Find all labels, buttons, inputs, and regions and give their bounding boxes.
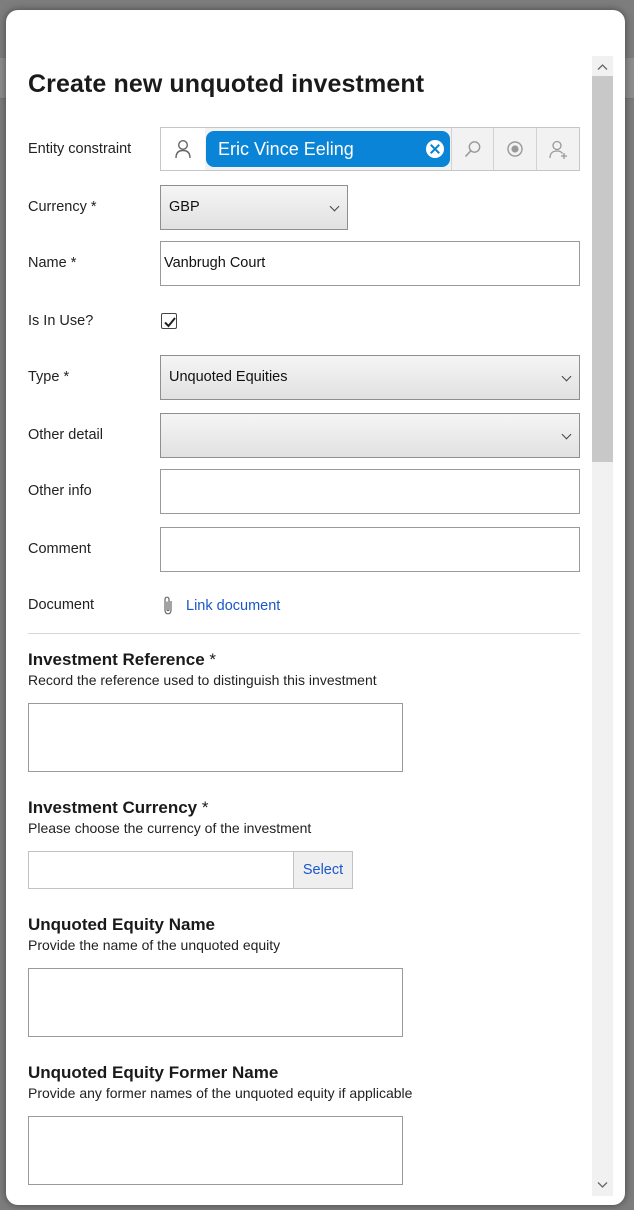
- comment-label: Comment: [28, 541, 91, 557]
- section-divider: [28, 633, 580, 634]
- chevron-down-icon: [561, 429, 572, 440]
- entity-add-person-button[interactable]: [536, 128, 579, 170]
- comment-input[interactable]: [160, 527, 580, 572]
- chevron-down-icon: [329, 201, 340, 212]
- type-select[interactable]: Unquoted Equities: [160, 355, 580, 400]
- currency-select[interactable]: GBP: [160, 185, 348, 230]
- document-label: Document: [28, 597, 95, 613]
- chevron-down-icon: [597, 1182, 608, 1188]
- entity-person-slot: [161, 128, 205, 170]
- paperclip-icon: [162, 596, 176, 616]
- other-detail-label: Other detail: [28, 427, 103, 443]
- chevron-up-icon: [597, 64, 608, 70]
- create-investment-dialog: Create new unquoted investment Entity co…: [6, 10, 625, 1205]
- other-detail-select[interactable]: [160, 413, 580, 458]
- entity-constraint-picker: Eric Vince Eeling: [160, 127, 580, 171]
- name-input-value: Vanbrugh Court: [164, 255, 266, 271]
- investment-currency-help: Please choose the currency of the invest…: [28, 820, 312, 836]
- dialog-title: Create new unquoted investment: [28, 70, 425, 98]
- entity-constraint-label: Entity constraint: [28, 141, 132, 157]
- clear-icon[interactable]: [426, 140, 444, 158]
- checkmark-icon: [164, 317, 176, 328]
- unquoted-equity-former-name-title: Unquoted Equity Former Name: [28, 1063, 279, 1082]
- is-in-use-label: Is In Use?: [28, 313, 94, 329]
- investment-currency-title-text: Investment Currency: [28, 798, 198, 817]
- investment-reference-help: Record the reference used to distinguish…: [28, 672, 377, 688]
- other-info-label: Other info: [28, 483, 92, 499]
- scrollbar-thumb[interactable]: [592, 76, 613, 462]
- other-info-input[interactable]: [160, 469, 580, 514]
- investment-currency-input[interactable]: [28, 851, 294, 889]
- unquoted-equity-name-textarea[interactable]: [28, 968, 403, 1037]
- entity-chip[interactable]: Eric Vince Eeling: [206, 131, 450, 167]
- investment-reference-textarea[interactable]: [28, 703, 403, 772]
- search-icon: [464, 141, 481, 158]
- person-icon: [175, 139, 191, 159]
- chevron-down-icon: [561, 371, 572, 382]
- scroll-up-arrow[interactable]: [592, 58, 613, 76]
- entity-chip-label: Eric Vince Eeling: [218, 139, 354, 159]
- unquoted-equity-former-name-help: Provide any former names of the unquoted…: [28, 1085, 413, 1101]
- required-marker: *: [197, 798, 209, 817]
- unquoted-equity-name-title: Unquoted Equity Name: [28, 915, 216, 934]
- required-marker: *: [204, 650, 217, 669]
- unquoted-equity-former-name-textarea[interactable]: [28, 1116, 403, 1185]
- type-label: Type *: [28, 369, 70, 385]
- investment-currency-title: Investment Currency *: [28, 798, 208, 818]
- investment-currency-select-button[interactable]: Select: [293, 851, 353, 889]
- add-person-icon: [549, 140, 567, 159]
- currency-select-value: GBP: [169, 199, 200, 215]
- currency-label: Currency *: [28, 199, 97, 215]
- target-icon: [507, 141, 523, 157]
- investment-reference-title-text: Investment Reference: [28, 650, 205, 669]
- type-select-value: Unquoted Equities: [169, 369, 288, 385]
- is-in-use-checkbox[interactable]: [161, 313, 177, 329]
- name-input[interactable]: Vanbrugh Court: [160, 241, 580, 286]
- investment-reference-title: Investment Reference *: [28, 650, 216, 670]
- vertical-scrollbar[interactable]: [592, 56, 613, 1196]
- link-document-link[interactable]: Link document: [186, 598, 280, 614]
- name-label: Name *: [28, 255, 77, 271]
- entity-target-button[interactable]: [493, 128, 536, 170]
- scroll-down-arrow[interactable]: [592, 1176, 613, 1194]
- entity-search-button[interactable]: [451, 128, 494, 170]
- unquoted-equity-name-help: Provide the name of the unquoted equity: [28, 937, 281, 953]
